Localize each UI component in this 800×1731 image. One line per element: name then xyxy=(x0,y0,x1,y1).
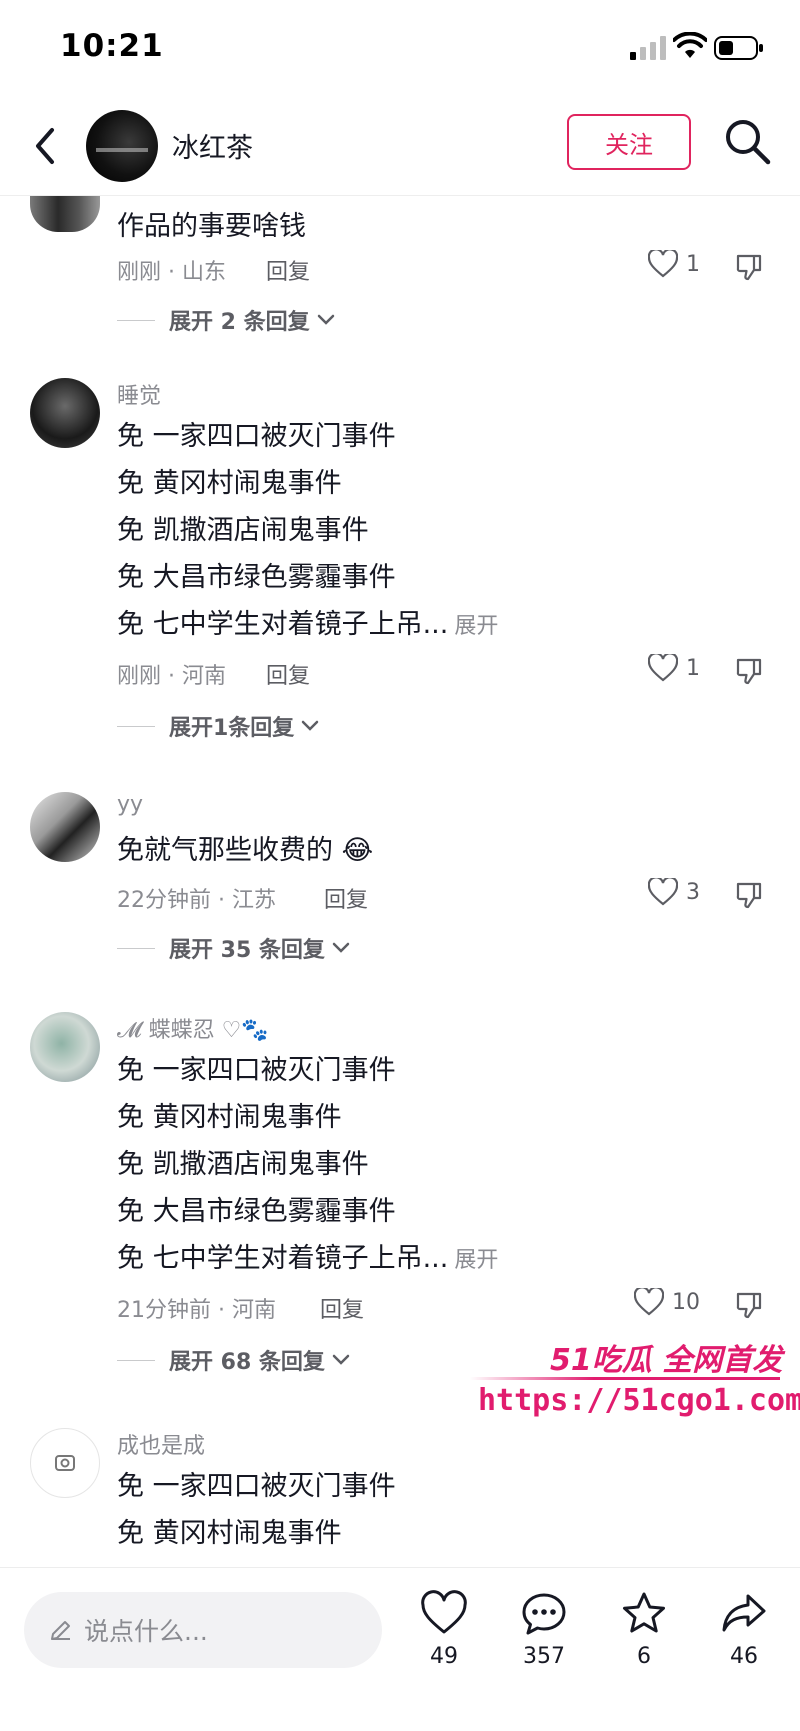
comment-text: 免 凯撒酒店闹鬼事件 xyxy=(117,515,369,546)
commenter-name[interactable]: yy xyxy=(117,792,143,817)
heart-icon xyxy=(648,250,678,278)
comment-text: 作品的事要啥钱 xyxy=(117,211,306,242)
back-arrow-icon[interactable] xyxy=(28,120,64,172)
comment-text: 免 凯撒酒店闹鬼事件 xyxy=(117,1149,369,1180)
expand-replies-label: 展开 35 条回复 xyxy=(169,938,325,963)
reply-button[interactable]: 回复 xyxy=(266,658,310,690)
comment-text: 免 一家四口被灭门事件 xyxy=(117,1471,396,1502)
comment-text-truncated: 免 七中学生对着镜子上吊... xyxy=(117,1243,449,1274)
follow-button[interactable]: 关注 xyxy=(567,114,691,170)
dislike-icon[interactable] xyxy=(734,656,764,686)
heart-icon xyxy=(648,878,678,906)
wifi-icon xyxy=(673,32,707,58)
comment-text: 免 大昌市绿色雾霾事件 xyxy=(117,562,396,593)
commenter-name[interactable]: 睡觉 xyxy=(117,378,161,410)
like-count: 1 xyxy=(686,655,700,681)
signal-icon xyxy=(630,36,666,60)
like-count: 3 xyxy=(686,879,700,905)
like-action[interactable]: 49 xyxy=(404,1590,484,1669)
chevron-down-icon xyxy=(317,314,334,325)
share-action[interactable]: 46 xyxy=(704,1590,784,1669)
comment-meta: 刚刚 · 山东 xyxy=(117,260,226,285)
expand-text-button[interactable]: 展开 xyxy=(454,1248,498,1273)
divider-line xyxy=(117,1359,155,1361)
comment-meta: 21分钟前 · 河南 xyxy=(117,1298,276,1323)
commenter-avatar[interactable] xyxy=(30,196,100,232)
reply-button[interactable]: 回复 xyxy=(324,882,368,914)
reply-button[interactable]: 回复 xyxy=(266,254,310,286)
heart-icon xyxy=(648,654,678,682)
expand-replies-label: 展开 68 条回复 xyxy=(169,1350,325,1375)
comment-meta: 刚刚 · 河南 xyxy=(117,664,226,689)
like-button[interactable]: 10 xyxy=(634,1288,700,1316)
video-header: 冰红茶 关注 xyxy=(0,96,800,196)
comment-input[interactable]: 说点什么... xyxy=(24,1592,382,1668)
comment-action[interactable]: 357 xyxy=(504,1590,584,1669)
commenter-name[interactable]: 𝓜 蝶蝶忍 ♡🐾 xyxy=(117,1012,269,1044)
comment-text-truncated: 免 七中学生对着镜子上吊... xyxy=(117,609,449,640)
watermark-brand: 51吃瓜 全网首发 xyxy=(550,1343,783,1378)
author-avatar[interactable] xyxy=(86,110,158,182)
comment-text: 免 七中学生对着镜子上吊... 展开 xyxy=(117,1236,498,1275)
battery-icon xyxy=(714,36,763,60)
commenter-name[interactable]: 成也是成 xyxy=(117,1428,205,1460)
expand-text-button[interactable]: 展开 xyxy=(454,614,498,639)
status-bar: 10:21 xyxy=(0,0,800,96)
author-name[interactable]: 冰红茶 xyxy=(172,126,253,165)
watermark-url: https://51cgo1.com xyxy=(478,1383,800,1418)
chevron-down-icon xyxy=(332,942,350,953)
comment-text: 免 黄冈村闹鬼事件 xyxy=(117,468,342,499)
comment-text: 免 七中学生对着镜子上吊... 展开 xyxy=(117,602,498,641)
like-count: 1 xyxy=(686,251,700,277)
dislike-icon[interactable] xyxy=(734,1290,764,1320)
search-icon[interactable] xyxy=(722,116,772,166)
expand-replies-button[interactable]: 展开 2 条回复 xyxy=(117,304,336,336)
commenter-avatar[interactable] xyxy=(30,792,100,862)
watermark: 51吃瓜 全网首发 https://51cgo1.com xyxy=(470,1335,800,1435)
divider-line xyxy=(117,319,155,321)
comment-meta: 22分钟前 · 江苏 xyxy=(117,888,276,913)
chevron-down-icon xyxy=(332,1354,350,1365)
expand-replies-button[interactable]: 展开1条回复 xyxy=(117,710,320,742)
like-count: 10 xyxy=(672,1289,700,1315)
heart-icon xyxy=(421,1590,467,1634)
like-button[interactable]: 1 xyxy=(648,654,700,682)
watermark-underline xyxy=(470,1377,780,1380)
comment-icon xyxy=(522,1593,566,1635)
favorite-action[interactable]: 6 xyxy=(604,1590,684,1669)
like-button[interactable]: 3 xyxy=(648,878,700,906)
dislike-icon[interactable] xyxy=(734,880,764,910)
expand-replies-button[interactable]: 展开 68 条回复 xyxy=(117,1344,351,1376)
reply-button[interactable]: 回复 xyxy=(320,1292,364,1324)
commenter-avatar[interactable] xyxy=(30,378,100,448)
expand-replies-label: 展开1条回复 xyxy=(169,716,295,741)
bottom-action-bar: 说点什么... 49 357 6 46 xyxy=(0,1567,800,1731)
share-icon xyxy=(722,1594,766,1632)
default-avatar-icon xyxy=(55,1455,75,1471)
comment-text: 免 黄冈村闹鬼事件 xyxy=(117,1518,342,1549)
comment-count: 357 xyxy=(523,1644,565,1669)
like-count: 49 xyxy=(430,1644,458,1669)
commenter-avatar[interactable] xyxy=(30,1428,100,1498)
expand-replies-button[interactable]: 展开 35 条回复 xyxy=(117,932,351,964)
comment-text: 免 黄冈村闹鬼事件 xyxy=(117,1102,342,1133)
heart-icon xyxy=(634,1288,664,1316)
status-time: 10:21 xyxy=(60,28,164,64)
comment-input-placeholder: 说点什么... xyxy=(84,1617,208,1646)
divider-line xyxy=(117,725,155,727)
share-count: 46 xyxy=(730,1644,758,1669)
comment-text: 免 一家四口被灭门事件 xyxy=(117,1055,396,1086)
chevron-down-icon xyxy=(302,720,319,731)
commenter-avatar[interactable] xyxy=(30,1012,100,1082)
comment-text: 免 一家四口被灭门事件 xyxy=(117,421,396,452)
pencil-icon xyxy=(51,1621,70,1640)
comment-text: 免 大昌市绿色雾霾事件 xyxy=(117,1196,396,1227)
dislike-icon[interactable] xyxy=(734,252,764,282)
expand-replies-label: 展开 2 条回复 xyxy=(169,310,310,335)
like-button[interactable]: 1 xyxy=(648,250,700,278)
favorite-count: 6 xyxy=(637,1644,651,1669)
star-icon xyxy=(623,1592,665,1633)
comment-text: 免就气那些收费的 😂 xyxy=(117,835,374,866)
divider-line xyxy=(117,947,155,949)
